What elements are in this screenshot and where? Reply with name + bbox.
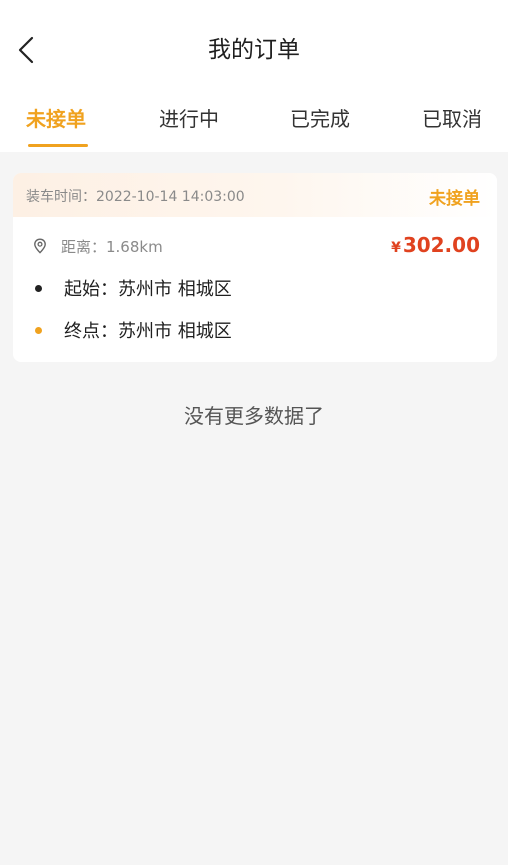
origin-dot-icon xyxy=(35,284,42,292)
page-title: 我的订单 xyxy=(208,37,300,63)
tab-cancelled[interactable]: 已取消 xyxy=(422,104,482,144)
status-badge: 未接单 xyxy=(429,189,480,209)
order-price: ¥302.00 xyxy=(391,233,480,257)
load-time: 装车时间：2022-10-14 14:03:00 xyxy=(26,189,245,205)
order-card[interactable]: 装车时间：2022-10-14 14:03:00 未接单 距离：1.68km ¥… xyxy=(13,173,497,362)
origin-address: 起始：苏州市 相城区 xyxy=(64,279,232,300)
order-card-header: 装车时间：2022-10-14 14:03:00 未接单 xyxy=(13,173,497,217)
distance-row: 距离：1.68km xyxy=(33,235,163,257)
destination-dot-icon xyxy=(35,326,42,334)
tab-completed[interactable]: 已完成 xyxy=(290,104,350,144)
destination-row: 终点：苏州市 相城区 xyxy=(35,316,232,344)
tab-pending[interactable]: 未接单 xyxy=(26,104,86,144)
no-more-data-text: 没有更多数据了 xyxy=(184,404,324,428)
destination-address: 终点：苏州市 相城区 xyxy=(64,321,232,342)
currency-symbol: ¥ xyxy=(391,240,401,256)
price-amount: 302.00 xyxy=(402,233,480,257)
navigation-bar: 我的订单 xyxy=(0,0,508,96)
location-pin-icon xyxy=(34,238,46,254)
active-tab-indicator xyxy=(28,144,88,147)
distance-text: 距离：1.68km xyxy=(61,237,163,256)
origin-row: 起始：苏州市 相城区 xyxy=(35,274,232,302)
tab-in-progress[interactable]: 进行中 xyxy=(159,104,219,144)
